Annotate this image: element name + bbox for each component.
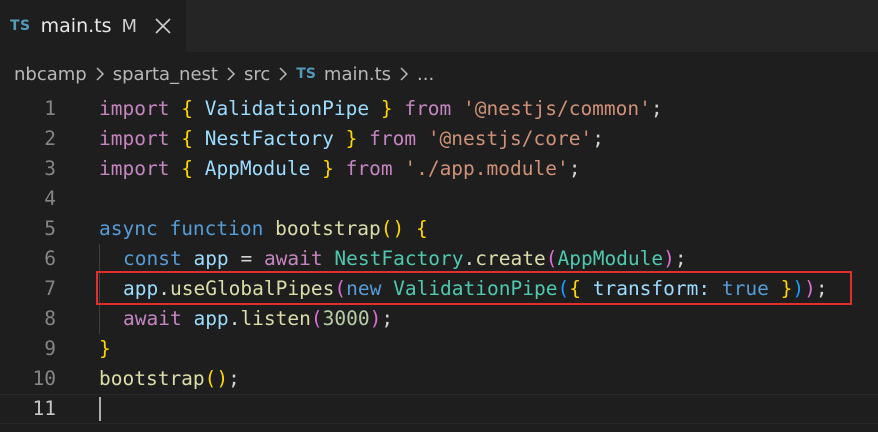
code-line: 3 import { AppModule } from './app.modul… [0, 154, 878, 184]
code-text: import { NestFactory } from '@nestjs/cor… [99, 127, 604, 150]
tab-main-ts[interactable]: TS main.ts M [0, 0, 186, 52]
chevron-right-icon [95, 66, 105, 82]
breadcrumb-item-nbcamp[interactable]: nbcamp [14, 64, 87, 85]
indent-guide [99, 304, 100, 334]
breadcrumb-item-symbols[interactable]: ... [417, 64, 434, 85]
code-text: bootstrap(); [99, 367, 240, 390]
line-number: 11 [32, 397, 56, 420]
indent-guide [99, 274, 100, 304]
line-number: 1 [44, 97, 56, 120]
line-number: 3 [44, 157, 56, 180]
code-line: 4 [0, 184, 878, 214]
line-number: 5 [44, 217, 56, 240]
code-line: 2 import { NestFactory } from '@nestjs/c… [0, 124, 878, 154]
code-line-current: 11 [0, 394, 878, 424]
breadcrumb-item-src[interactable]: src [244, 64, 270, 85]
code-text: app.useGlobalPipes(new ValidationPipe({ … [123, 277, 828, 300]
text-cursor [99, 397, 101, 421]
tab-bar: TS main.ts M [0, 0, 878, 52]
code-text: const app = await NestFactory.create(App… [123, 247, 687, 270]
indent-guide [99, 244, 100, 274]
modified-indicator: M [121, 15, 138, 37]
line-number: 10 [32, 367, 56, 390]
line-number: 9 [44, 337, 56, 360]
code-line: 1 import { ValidationPipe } from '@nestj… [0, 94, 878, 124]
code-line: 8 await app.listen(3000); [0, 304, 878, 334]
chevron-right-icon [278, 66, 288, 82]
typescript-file-icon: TS [10, 18, 31, 34]
code-line: 5 async function bootstrap() { [0, 214, 878, 244]
breadcrumb-item-main-ts[interactable]: main.ts [324, 64, 391, 85]
line-number: 4 [44, 187, 56, 210]
typescript-file-icon: TS [296, 66, 316, 82]
code-text: async function bootstrap() { [99, 217, 428, 240]
breadcrumb-item-sparta-nest[interactable]: sparta_nest [113, 64, 218, 85]
chevron-right-icon [226, 66, 236, 82]
code-line: 9 } [0, 334, 878, 364]
breadcrumb: nbcamp sparta_nest src TS main.ts ... [0, 52, 878, 96]
line-number: 2 [44, 127, 56, 150]
close-icon[interactable] [151, 14, 175, 38]
code-line: 7 app.useGlobalPipes(new ValidationPipe(… [0, 274, 878, 304]
code-line: 6 const app = await NestFactory.create(A… [0, 244, 878, 274]
line-number: 6 [44, 247, 56, 270]
code-editor[interactable]: 1 import { ValidationPipe } from '@nestj… [0, 92, 878, 432]
current-line-highlight [0, 394, 878, 424]
code-text: import { AppModule } from './app.module'… [99, 157, 581, 180]
chevron-right-icon [399, 66, 409, 82]
tab-filename: main.ts [40, 15, 112, 37]
code-text: } [99, 337, 111, 360]
code-text: await app.listen(3000); [123, 307, 394, 330]
code-line: 10 bootstrap(); [0, 364, 878, 394]
code-text: import { ValidationPipe } from '@nestjs/… [99, 97, 663, 120]
line-number: 8 [44, 307, 56, 330]
line-number: 7 [44, 277, 56, 300]
